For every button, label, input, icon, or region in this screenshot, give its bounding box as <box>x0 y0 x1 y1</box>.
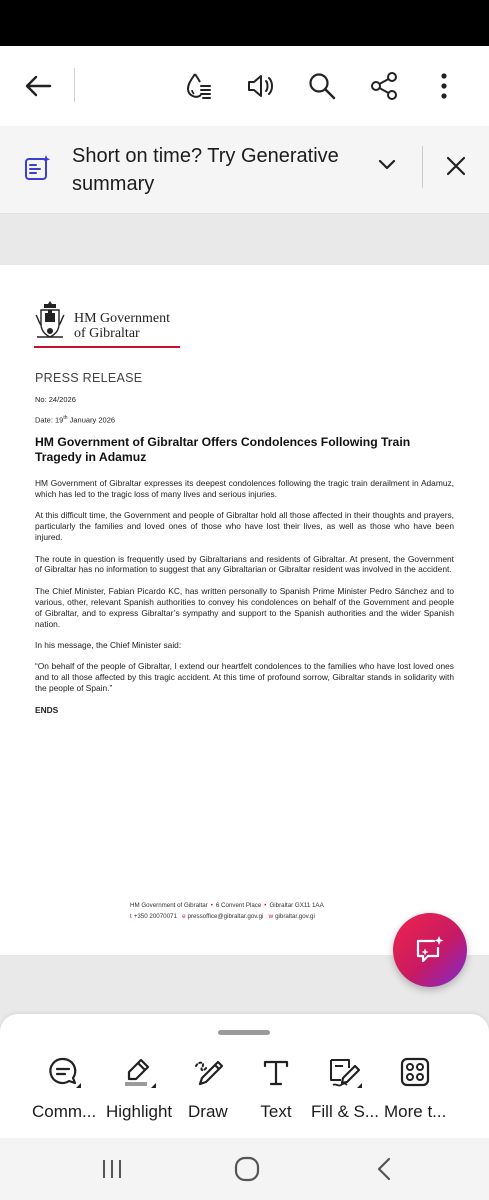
read-aloud-icon <box>248 75 273 97</box>
system-navigation-bar <box>0 1138 489 1200</box>
tool-comment[interactable]: Comm... <box>32 1054 96 1134</box>
more-tools-icon <box>401 1057 430 1087</box>
draw-icon <box>194 1060 223 1086</box>
recent-apps-button[interactable] <box>92 1152 132 1186</box>
body-paragraph: The Chief Minister, Fabian Picardo KC, h… <box>35 585 454 629</box>
gibraltar-logo: HM Government of Gibraltar <box>34 299 184 349</box>
ai-assistant-button[interactable] <box>393 913 467 987</box>
footer-address: HM Government of Gibraltar • 6 Convent Pla… <box>130 902 324 909</box>
tool-highlight[interactable]: Highlight <box>106 1054 172 1134</box>
search-button[interactable] <box>302 66 342 106</box>
banner-divider <box>422 146 423 188</box>
back-arrow-icon <box>25 75 52 97</box>
chevron-down-icon <box>378 159 396 170</box>
read-aloud-button[interactable] <box>240 66 280 106</box>
comment-icon <box>49 1057 82 1088</box>
back-button[interactable] <box>18 66 58 106</box>
close-icon <box>446 156 466 176</box>
tools-bottom-sheet: Comm... Highlight Draw Text Fill & S... … <box>0 1014 489 1138</box>
org-name-line1: HM Government <box>74 311 171 326</box>
generative-summary-icon <box>24 154 52 182</box>
share-button[interactable] <box>364 66 404 106</box>
coat-of-arms-icon <box>35 301 65 338</box>
share-icon <box>371 72 397 100</box>
status-bar <box>0 0 489 46</box>
body-paragraph: The route in question is frequently used… <box>35 553 454 575</box>
org-name-line2: of Gibraltar <box>74 326 140 341</box>
fill-sign-icon <box>330 1059 362 1088</box>
tool-more-tools[interactable]: More t... <box>384 1054 446 1134</box>
release-number: No: 24/2026 <box>35 395 76 404</box>
logo-rule <box>34 346 180 348</box>
tool-text[interactable]: Text <box>258 1054 294 1134</box>
search-icon <box>309 73 336 100</box>
body-paragraph: At this difficult time, the Government a… <box>35 510 454 543</box>
home-icon <box>234 1156 260 1182</box>
generative-summary-banner[interactable]: Short on time? Try Generative summary <box>0 126 489 214</box>
system-back-icon <box>377 1157 391 1181</box>
toolbar-divider <box>74 68 75 102</box>
pdf-page[interactable]: HM Government of Gibraltar PRESS RELEASE… <box>0 265 489 955</box>
highlight-icon <box>125 1058 157 1088</box>
body-paragraph: In his message, the Chief Minister said: <box>35 639 182 650</box>
expand-banner-button[interactable] <box>370 148 404 182</box>
text-icon <box>263 1060 289 1086</box>
more-vertical-icon <box>441 73 447 99</box>
generative-summary-text[interactable]: Short on time? Try Generative summary <box>72 142 372 198</box>
close-banner-button[interactable] <box>438 148 474 184</box>
system-back-button[interactable] <box>364 1152 404 1186</box>
body-paragraph: “On behalf of the people of Gibraltar, I… <box>35 661 454 694</box>
more-options-button[interactable] <box>424 66 464 106</box>
press-release-label: PRESS RELEASE <box>35 371 143 385</box>
footer-contacts: t +350 20070071 e pressoffice@gibraltar.go… <box>130 913 315 920</box>
ai-assistant-icon <box>416 936 444 963</box>
body-paragraph: HM Government of Gibraltar expresses its… <box>35 478 454 499</box>
release-date: Date: 19th January 2026 <box>35 415 116 425</box>
liquid-mode-icon <box>186 73 211 99</box>
release-title: HM Government of Gibraltar Offers Condol… <box>35 435 411 464</box>
liquid-mode-button[interactable] <box>178 66 218 106</box>
tool-draw[interactable]: Draw <box>188 1054 228 1134</box>
release-body: HM Government of Gibraltar expresses its… <box>35 478 454 726</box>
home-button[interactable] <box>227 1152 267 1186</box>
tool-fill-sign[interactable]: Fill & S... <box>311 1054 379 1134</box>
recent-apps-icon <box>103 1160 121 1178</box>
top-toolbar <box>0 46 489 126</box>
ends-marker: ENDS <box>35 704 59 715</box>
sheet-drag-handle[interactable] <box>218 1030 270 1035</box>
